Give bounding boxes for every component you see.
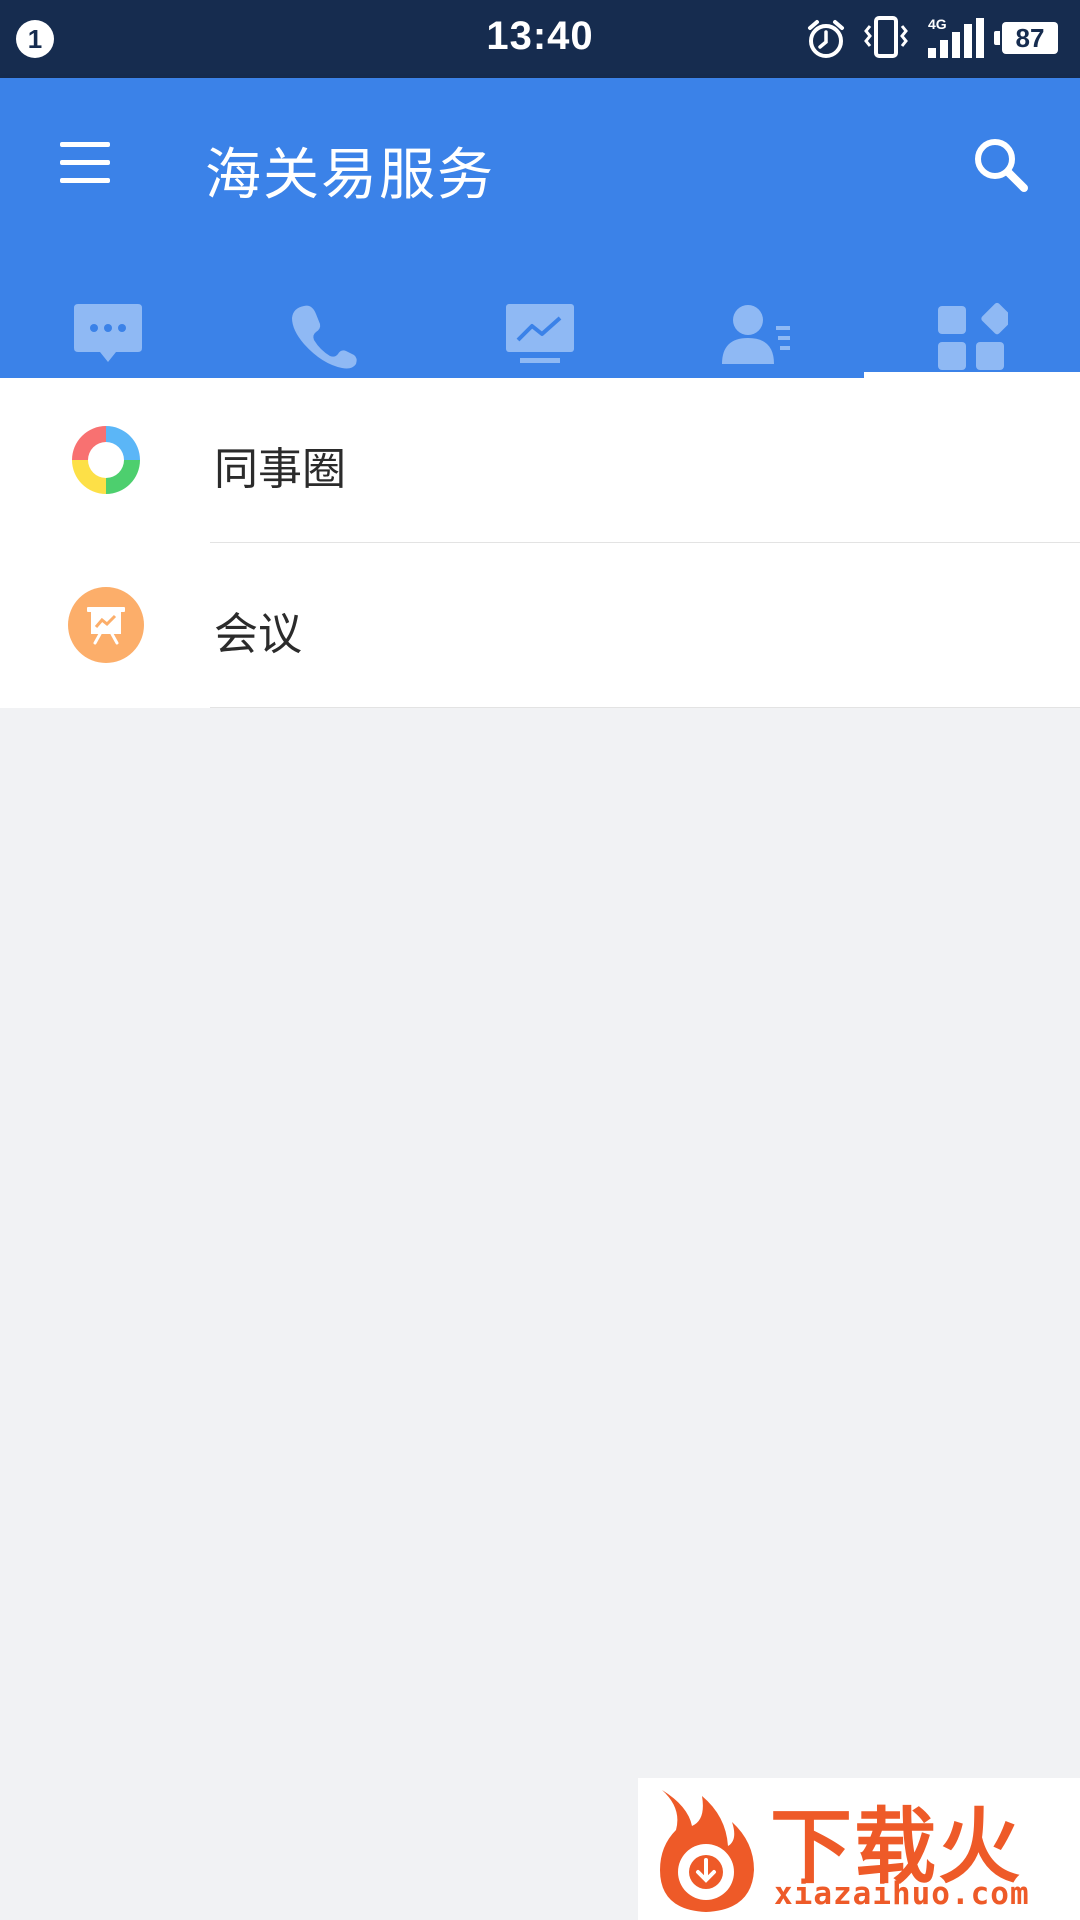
list-item-label: 同事圈 [214, 444, 346, 495]
apps-grid-icon [938, 302, 1008, 370]
monitor-chart-icon [506, 304, 574, 363]
app-title: 海关易服务 [205, 143, 495, 208]
contacts-icon [722, 305, 790, 364]
vibrate-icon [864, 16, 908, 58]
search-icon [975, 139, 1028, 192]
app-bar: 海关易服务 [0, 78, 1080, 378]
battery-indicator: 87 [994, 22, 1058, 54]
hamburger-icon [60, 142, 110, 147]
watermark: 下载火 xiazaihuo.com [638, 1778, 1080, 1920]
menu-button[interactable] [54, 138, 114, 188]
status-bar: 1 13:40 4G 87 [0, 0, 1080, 78]
flame-logo-icon [660, 1790, 754, 1912]
list-item-meeting[interactable]: 会议 [0, 543, 1080, 708]
meeting-icon [68, 587, 144, 663]
list-item-label: 会议 [214, 609, 302, 660]
search-button[interactable] [970, 134, 1034, 198]
tab-monitor[interactable] [432, 268, 648, 378]
alarm-icon [808, 20, 844, 58]
divider [210, 707, 1080, 708]
signal-icon [928, 18, 984, 58]
tab-apps[interactable] [864, 268, 1080, 378]
list-item-colleague-circle[interactable]: 同事圈 [0, 378, 1080, 543]
tab-bar [0, 268, 1080, 378]
chat-icon [74, 304, 142, 362]
colleague-circle-icon [72, 426, 140, 494]
status-time: 13:40 [486, 14, 594, 58]
tab-phone[interactable] [216, 268, 432, 378]
watermark-url: xiazaihuo.com [774, 1876, 1030, 1912]
app-list: 同事圈 会议 [0, 378, 1080, 708]
tab-chat[interactable] [0, 268, 216, 378]
phone-icon [292, 305, 357, 369]
tab-contacts[interactable] [648, 268, 864, 378]
